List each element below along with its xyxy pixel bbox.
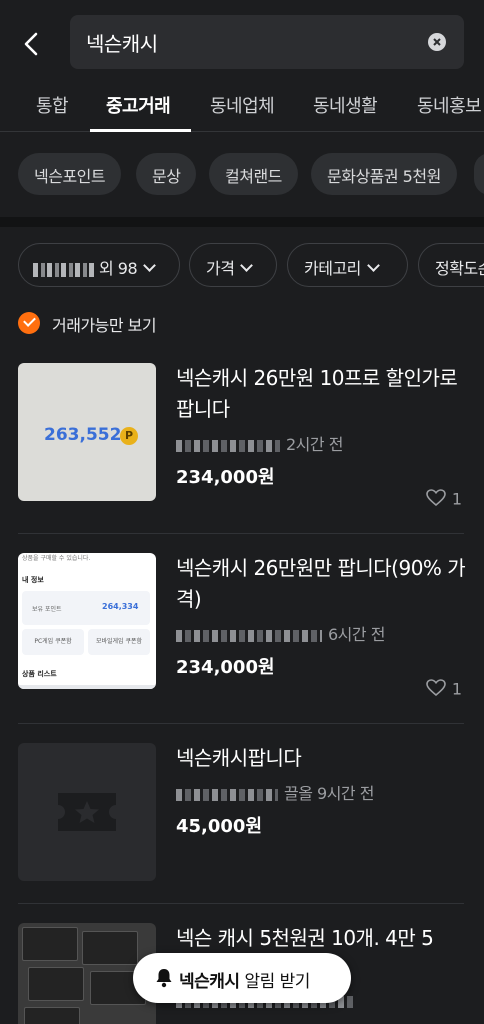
related-keywords: 넥슨포인트 문상 컬쳐랜드 문화상품권 5천원 (0, 133, 484, 217)
like-count: 1 (426, 489, 462, 511)
location-filter[interactable]: 외 98 (18, 243, 180, 287)
listing-item[interactable]: 263,552 P 넥슨캐시 26만원 10프로 할인가로 팝니다 2시간 전 … (0, 363, 484, 533)
listing-time: 6시간 전 (328, 625, 385, 644)
chevron-down-icon (240, 259, 254, 272)
listing-item[interactable]: 넥슨캐시팝니다 끌올 9시간 전 45,000원 (0, 743, 484, 903)
price-filter[interactable]: 가격 (189, 243, 277, 287)
list-divider (18, 533, 464, 534)
section-divider (0, 217, 484, 227)
listing-title: 넥슨 캐시 5천원권 10개. 4만 5 (176, 926, 434, 950)
back-icon[interactable] (14, 26, 50, 62)
thumb-card (82, 931, 138, 965)
listing-time: 끌올 9시간 전 (284, 784, 374, 803)
chevron-down-icon (367, 259, 380, 272)
listing-item[interactable]: 상품을 구매할 수 있습니다. 내 정보 보유 포인트 264,334 PC게임… (0, 553, 484, 723)
alert-label: 넥슨캐시 알림 받기 (179, 967, 310, 992)
alert-suffix: 알림 받기 (239, 972, 310, 992)
thumb-heading: 내 정보 (22, 576, 44, 584)
thumb-list-heading: 상품 리스트 (22, 670, 57, 678)
listing-thumbnail-placeholder (18, 743, 156, 881)
alert-keyword: 넥슨캐시 (179, 972, 240, 992)
point-coin-icon: P (120, 427, 138, 445)
blurred-location (33, 262, 95, 277)
blurred-location (176, 788, 278, 801)
filter-bar: 외 98 가격 카테고리 정확도순 (0, 240, 484, 290)
active-tab-indicator (90, 129, 191, 132)
search-query: 넥슨캐시 (86, 32, 158, 56)
category-filter-label: 카테고리 (304, 259, 361, 278)
heart-icon (426, 489, 446, 511)
like-count-value: 1 (451, 679, 462, 699)
tab-integrated[interactable]: 통합 (36, 92, 69, 118)
listing-price: 234,000원 (176, 467, 275, 488)
clear-icon[interactable] (428, 33, 446, 51)
check-icon[interactable] (18, 312, 40, 334)
like-count-value: 1 (451, 489, 462, 509)
thumb-card (22, 927, 78, 961)
sort-filter-label: 정확도순 (435, 259, 484, 278)
search-header: 넥슨캐시 (0, 0, 484, 84)
list-divider (18, 903, 464, 904)
related-chip[interactable]: 문화상품권 5천원 (311, 153, 457, 195)
thumb-point-label: 보유 포인트 (32, 606, 62, 613)
thumb-card (28, 967, 84, 1001)
listing-price: 45,000원 (176, 816, 263, 837)
thumb-divider (18, 685, 156, 689)
related-chip[interactable]: 컬쳐랜드 (209, 153, 298, 195)
sort-filter[interactable]: 정확도순 (418, 243, 484, 287)
search-input[interactable]: 넥슨캐시 (70, 15, 464, 69)
related-chip[interactable]: 문상 (136, 153, 197, 195)
location-suffix: 외 98 (99, 259, 138, 278)
keyword-alert-button[interactable]: 넥슨캐시 알림 받기 (133, 953, 351, 1003)
listing-meta: 끌올 9시간 전 (176, 780, 374, 804)
listing-title: 넥슨캐시팝니다 (176, 746, 302, 770)
ticket-icon (58, 793, 116, 831)
tab-secondhand[interactable]: 중고거래 (106, 92, 171, 118)
listing-title: 넥슨캐시 26만원만 팝니다(90% 가격) (176, 556, 466, 611)
chevron-down-icon (143, 259, 157, 272)
related-chip[interactable]: 넥슨포인트 (18, 153, 122, 195)
available-only-label: 거래가능만 보기 (52, 316, 157, 335)
thumb-card (24, 1007, 80, 1024)
related-chip-overflow[interactable] (474, 153, 484, 195)
like-count: 1 (426, 679, 462, 701)
blurred-location (176, 439, 280, 452)
thumb-point-card: 보유 포인트 264,334 (22, 591, 150, 625)
tab-local-life[interactable]: 동네생활 (313, 92, 378, 118)
bell-icon (155, 968, 173, 992)
listing-time: 2시간 전 (286, 435, 343, 454)
thumb-caption: 상품을 구매할 수 있습니다. (22, 555, 91, 562)
category-filter[interactable]: 카테고리 (287, 243, 408, 287)
list-divider (18, 723, 464, 724)
listing-thumbnail: 상품을 구매할 수 있습니다. 내 정보 보유 포인트 264,334 PC게임… (18, 553, 156, 689)
listing-price: 234,000원 (176, 657, 275, 678)
thumb-amount: 263,552 (44, 425, 122, 445)
thumb-point-value: 264,334 (102, 602, 139, 611)
listing-thumbnail: 263,552 P (18, 363, 156, 501)
listing-meta: 2시간 전 (176, 431, 343, 455)
price-filter-label: 가격 (206, 259, 235, 278)
tab-local-ads[interactable]: 동네홍보 (417, 92, 482, 118)
thumb-coupon-pc: PC게임 쿠폰함 (22, 629, 84, 655)
thumb-coupon-mobile: 모바일게임 쿠폰함 (88, 629, 150, 655)
tab-local-business[interactable]: 동네업체 (210, 92, 275, 118)
blurred-location (176, 629, 322, 642)
listing-title: 넥슨캐시 26만원 10프로 할인가로 팝니다 (176, 366, 458, 421)
heart-icon (426, 679, 446, 701)
search-tabs: 통합 중고거래 동네업체 동네생활 동네홍보 (0, 84, 484, 132)
listing-meta: 6시간 전 (176, 621, 385, 645)
